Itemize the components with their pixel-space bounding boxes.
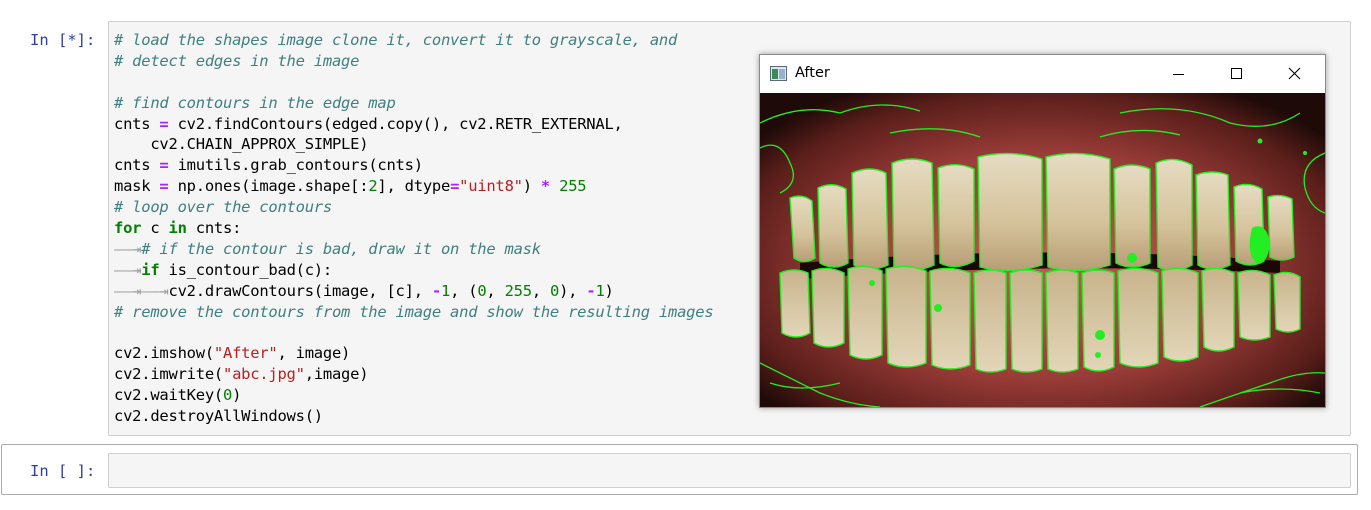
- code-line: cnts = cv2.findContours(edged.copy(), cv…: [114, 114, 713, 135]
- code-token: # remove the contours from the image and…: [114, 302, 714, 321]
- code-token: 255: [559, 177, 587, 196]
- close-button[interactable]: [1266, 55, 1324, 93]
- image-window-icon: [770, 66, 787, 81]
- tab-indent-marker: ——⇥: [114, 239, 142, 258]
- code-token: "abc.jpg": [222, 365, 305, 384]
- code-token: cv2.drawContours(image, [c],: [168, 281, 432, 300]
- window-title: After: [795, 65, 830, 81]
- code-token: # loop over the contours: [114, 198, 332, 217]
- code-token: =: [159, 177, 169, 196]
- code-token: ),: [559, 281, 587, 300]
- tab-indent-marker: ——⇥: [114, 260, 142, 279]
- code-token: cnts: [114, 114, 160, 133]
- maximize-button[interactable]: [1208, 55, 1266, 93]
- code-token: if: [141, 260, 160, 279]
- code-token: for: [114, 219, 142, 238]
- code-token: ], dtype: [377, 177, 451, 196]
- code-token: cv2.imshow(: [114, 344, 214, 363]
- code-token: cv2.waitKey(: [114, 386, 223, 405]
- code-line: ——⇥# if the contour is bad, draw it on t…: [114, 239, 713, 260]
- code-line: cv2.destroyAllWindows(): [114, 406, 713, 427]
- code-line: cv2.CHAIN_APPROX_SIMPLE): [114, 134, 713, 155]
- opencv-window[interactable]: After: [759, 54, 1326, 408]
- code-token: # find contours in the edge map: [114, 93, 396, 112]
- code-editor[interactable]: # load the shapes image clone it, conver…: [114, 30, 714, 427]
- code-line: cv2.imwrite("abc.jpg",image): [114, 364, 713, 385]
- code-line: # load the shapes image clone it, conver…: [114, 30, 713, 51]
- code-token: # load the shapes image clone it, conver…: [114, 31, 678, 49]
- code-token: 1: [440, 281, 451, 300]
- code-token: c: [141, 219, 169, 238]
- input-prompt: In [ ]:: [30, 462, 96, 480]
- code-token: np.ones(image.shape[:: [168, 177, 369, 196]
- code-token: ): [522, 177, 541, 196]
- input-prompt: In [*]:: [30, 31, 96, 49]
- code-line: # loop over the contours: [114, 197, 713, 218]
- code-line: cv2.waitKey(0): [114, 385, 713, 406]
- tab-indent-marker: ——⇥——⇥: [114, 281, 169, 300]
- code-token: , image): [277, 344, 351, 363]
- code-token: mask: [114, 177, 160, 196]
- code-line: # find contours in the edge map: [114, 93, 713, 114]
- code-line: cv2.imshow("After", image): [114, 343, 713, 364]
- code-line: mask = np.ones(image.shape[:2], dtype="u…: [114, 176, 713, 197]
- image-canvas: [760, 93, 1325, 407]
- code-token: ,image): [304, 365, 369, 384]
- minimize-icon: [1173, 74, 1184, 75]
- code-input-area[interactable]: [108, 453, 1351, 488]
- code-token: cv2.destroyAllWindows(): [114, 407, 323, 426]
- code-token: , (: [450, 281, 478, 300]
- code-token: in: [168, 219, 187, 238]
- code-token: cv2.CHAIN_APPROX_SIMPLE): [114, 135, 369, 154]
- minimize-button[interactable]: [1150, 55, 1208, 93]
- code-line: ——⇥if is_contour_bad(c):: [114, 260, 713, 281]
- code-line: for c in cnts:: [114, 218, 713, 239]
- code-token: =: [159, 156, 169, 175]
- code-token: -: [431, 281, 441, 300]
- code-token: ): [604, 281, 614, 300]
- code-token: 0: [222, 386, 233, 405]
- code-token: "uint8": [459, 177, 523, 196]
- code-token: 255: [504, 281, 533, 300]
- close-icon: [1288, 67, 1301, 80]
- code-token: "After": [213, 344, 278, 363]
- code-line: ——⇥——⇥cv2.drawContours(image, [c], -1, (…: [114, 281, 713, 302]
- code-token: =: [450, 177, 460, 196]
- teeth-contour-image: [760, 93, 1325, 407]
- code-token: cv2.imwrite(: [114, 365, 223, 384]
- code-token: cnts:: [186, 219, 242, 238]
- code-token: cnts: [114, 156, 160, 175]
- code-token: ,: [531, 281, 550, 300]
- code-token: ,: [486, 281, 505, 300]
- code-token: # detect edges in the image: [114, 51, 360, 70]
- maximize-icon: [1231, 68, 1242, 79]
- code-token: is_contour_bad(c):: [159, 260, 333, 279]
- window-titlebar[interactable]: After: [760, 55, 1325, 93]
- code-token: 1: [595, 281, 605, 300]
- code-token: imutils.grab_contours(cnts): [168, 156, 423, 175]
- code-token: ): [232, 386, 242, 405]
- code-line: # detect edges in the image: [114, 51, 713, 72]
- code-token: # if the contour is bad, draw it on the …: [141, 239, 541, 258]
- code-token: 0: [550, 281, 560, 300]
- code-line: # remove the contours from the image and…: [114, 302, 714, 323]
- code-token: cv2.findContours(edged.copy(), cv2.RETR_…: [168, 114, 623, 133]
- code-token: =: [159, 114, 169, 133]
- code-token: *: [540, 177, 551, 196]
- code-line: cnts = imutils.grab_contours(cnts): [114, 155, 713, 176]
